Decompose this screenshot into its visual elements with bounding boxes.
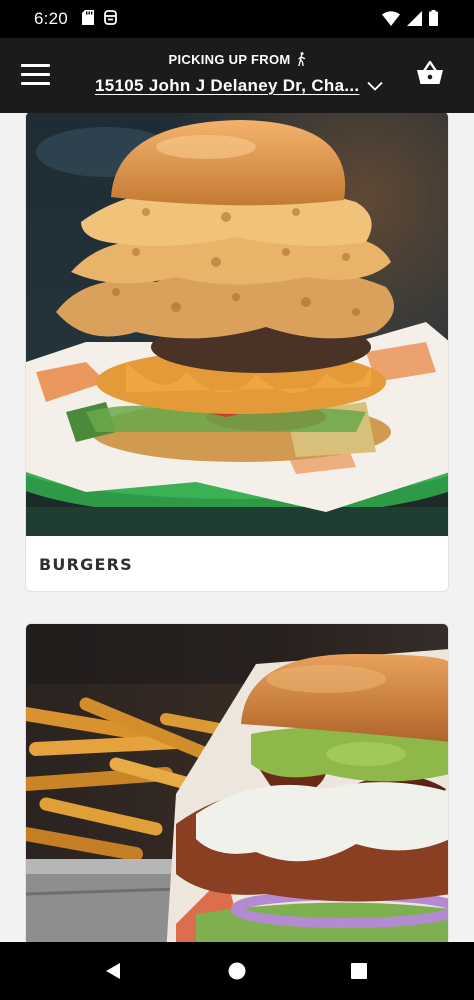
battery-icon — [429, 10, 438, 31]
category-card-2[interactable] — [25, 623, 449, 942]
category-image — [26, 624, 448, 942]
pickup-location: 15105 John J Delaney Dr, Cha... — [95, 76, 360, 95]
system-nav-bar — [0, 942, 474, 1000]
home-icon[interactable] — [228, 962, 246, 985]
recents-icon[interactable] — [350, 962, 368, 985]
status-bar: 6:20 — [0, 0, 474, 38]
category-card-burgers[interactable]: BURGERS — [25, 113, 449, 592]
sd-card-icon — [82, 10, 94, 30]
back-icon[interactable] — [104, 962, 122, 985]
wifi-icon — [382, 10, 400, 31]
basket-icon[interactable] — [416, 60, 444, 86]
pickup-label: PICKING UP FROM — [0, 52, 474, 69]
category-title: BURGERS — [39, 555, 133, 574]
category-list: BURGERS — [0, 113, 474, 942]
status-time: 6:20 — [34, 9, 68, 28]
walking-person-icon — [297, 52, 306, 69]
mail-icon — [104, 10, 117, 30]
category-image — [26, 113, 448, 536]
pickup-location-selector[interactable]: 15105 John J Delaney Dr, Cha... — [95, 76, 384, 96]
signal-icon — [407, 10, 422, 31]
app-header: PICKING UP FROM 15105 John J Delaney Dr,… — [0, 38, 474, 113]
chevron-down-icon — [367, 78, 384, 96]
